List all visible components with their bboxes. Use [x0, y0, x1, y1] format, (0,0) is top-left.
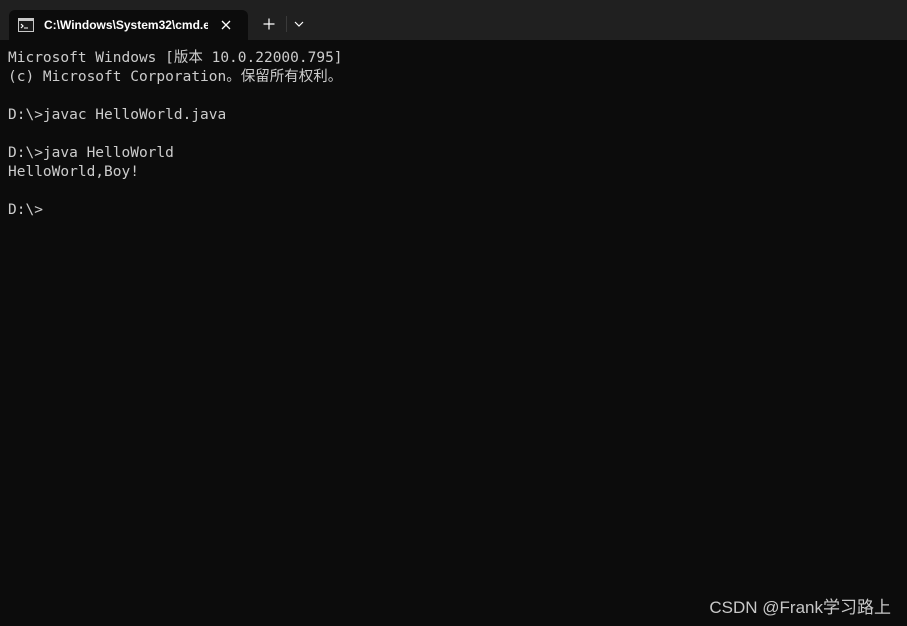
- chevron-down-icon: [294, 21, 304, 27]
- terminal-window: C:\Windows\System32\cmd.e Microsoft Wind…: [0, 0, 907, 626]
- terminal-line: D:\>java HelloWorld: [8, 145, 174, 161]
- tab-cmd[interactable]: C:\Windows\System32\cmd.e: [9, 10, 248, 40]
- dropdown-button[interactable]: [290, 12, 308, 36]
- terminal-line: D:\>javac HelloWorld.java: [8, 107, 227, 123]
- tab-divider: [286, 16, 287, 32]
- terminal-line: HelloWorld,Boy!: [8, 164, 139, 180]
- tab-title: C:\Windows\System32\cmd.e: [44, 18, 208, 32]
- watermark: CSDN @Frank学习路上: [709, 598, 891, 617]
- tab-bar: C:\Windows\System32\cmd.e: [0, 0, 907, 40]
- close-tab-button[interactable]: [214, 13, 238, 37]
- terminal-line: (c) Microsoft Corporation。保留所有权利。: [8, 69, 343, 85]
- terminal-prompt: D:\>: [8, 202, 43, 218]
- new-tab-button[interactable]: [258, 12, 280, 36]
- terminal-line: Microsoft Windows [版本 10.0.22000.795]: [8, 50, 343, 66]
- plus-icon: [263, 18, 275, 30]
- cmd-icon: [18, 18, 34, 32]
- terminal-output[interactable]: Microsoft Windows [版本 10.0.22000.795] (c…: [0, 40, 907, 626]
- close-icon: [221, 20, 231, 30]
